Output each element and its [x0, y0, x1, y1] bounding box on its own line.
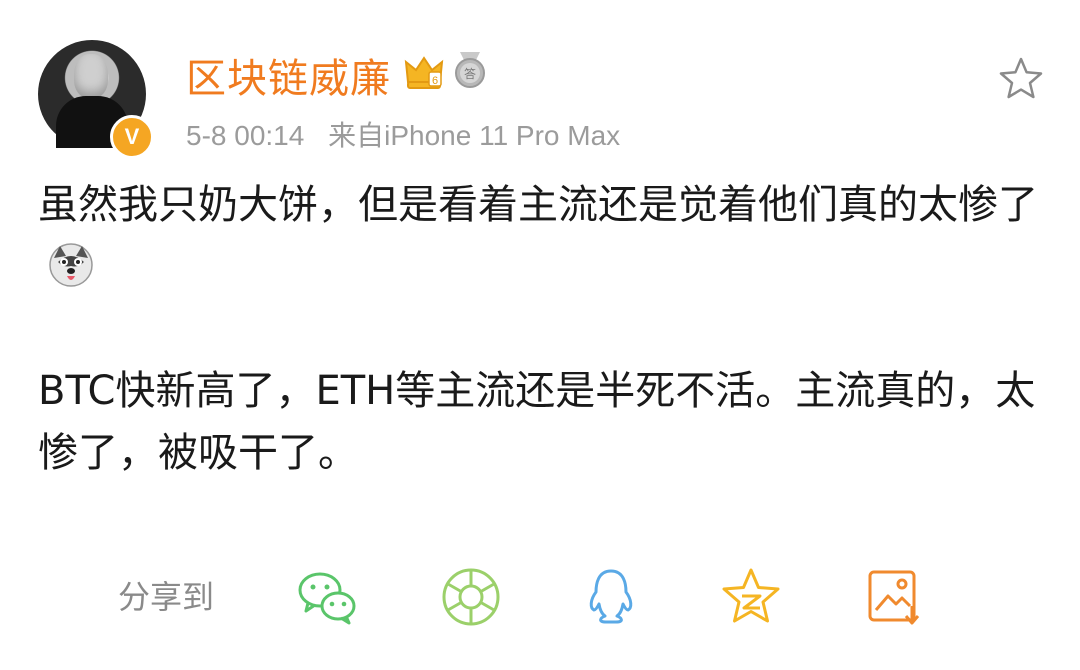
verified-badge-icon: V [110, 115, 154, 159]
wechat-icon[interactable] [296, 566, 358, 628]
moments-icon[interactable] [440, 566, 502, 628]
username[interactable]: 区块链威廉 [186, 46, 391, 104]
share-label: 分享到 [118, 578, 215, 616]
post-paragraph-1: 虽然我只奶大饼，但是看着主流还是觉着他们真的太惨了 [38, 174, 1048, 298]
post-meta: 5-8 00:14 来自iPhone 11 Pro Max [186, 114, 636, 154]
medal-icon: 答 [455, 52, 485, 88]
post-source[interactable]: 来自iPhone 11 Pro Max [328, 120, 620, 151]
qq-icon[interactable] [580, 566, 642, 628]
post-paragraph-2: BTC快新高了，ETH等主流还是半死不活。主流真的，太惨了，被吸干了。 [38, 368, 1036, 476]
screenshot-icon[interactable] [864, 566, 926, 628]
husky-emoji-icon [49, 243, 93, 287]
post-content: 虽然我只奶大饼，但是看着主流还是觉着他们真的太惨了 BTC快新高了，ETH等主流… [38, 174, 1048, 484]
avatar-face [74, 54, 108, 98]
post-paragraph-1-text: 虽然我只奶大饼，但是看着主流还是觉着他们真的太惨了 [38, 182, 1038, 228]
crown-icon: 6 [404, 56, 444, 89]
svg-text:6: 6 [432, 75, 438, 87]
qzone-icon[interactable] [720, 566, 782, 628]
svg-text:答: 答 [464, 66, 476, 81]
post-time: 5-8 00:14 [186, 120, 305, 151]
favorite-star-icon[interactable] [998, 56, 1044, 100]
